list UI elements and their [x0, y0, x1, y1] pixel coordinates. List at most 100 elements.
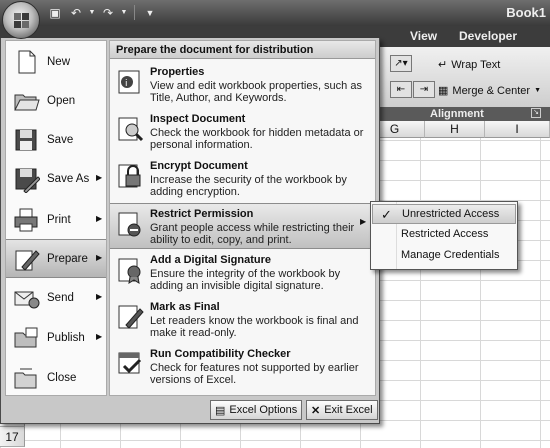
merge-center-button[interactable]: ▦ Merge & Center ▼ [438, 84, 541, 98]
restrict-permission-icon [118, 212, 141, 237]
excel-options-button[interactable]: ▤ Excel Options [210, 400, 303, 420]
row-header-17[interactable]: 17 [0, 427, 25, 447]
wrap-text-button[interactable]: ↵ Wrap Text [438, 58, 501, 72]
merge-center-icon: ▦ [438, 85, 449, 97]
add-digital-signature-item[interactable]: Add a Digital Signature Ensure the integ… [110, 250, 375, 296]
menu-item-publish[interactable]: Publish ▶ [6, 319, 106, 358]
properties-title: Properties [150, 66, 205, 78]
menu-item-print[interactable]: Print ▶ [6, 201, 106, 240]
menu-left-pane: New Open Save Save As ▶ Print ▶ Prepare … [5, 40, 107, 396]
menu-item-label: Prepare [47, 253, 88, 265]
compatibility-checker-item[interactable]: Run Compatibility Checker Check for feat… [110, 344, 375, 390]
restrict-permission-description: Grant people access while restricting th… [150, 222, 355, 246]
exit-excel-button[interactable]: ✕ Exit Excel [306, 400, 378, 420]
menu-right-pane: Prepare the document for distribution i … [109, 40, 376, 396]
tab-developer[interactable]: Developer [459, 29, 517, 43]
alignment-group-label: Alignment [370, 107, 550, 121]
publish-icon [14, 327, 38, 348]
unrestricted-access-option[interactable]: ✓ Unrestricted Access [372, 204, 516, 224]
submenu-arrow-icon: ▶ [96, 332, 103, 341]
redo-icon[interactable]: ↷ [99, 4, 117, 21]
excel-options-icon: ▤ [215, 404, 226, 417]
menu-item-prepare[interactable]: Prepare ▶ [6, 239, 106, 278]
restrict-permission-submenu: ✓ Unrestricted Access Restricted Access … [370, 201, 518, 270]
compatibility-checker-title: Run Compatibility Checker [150, 348, 291, 360]
prepare-panel-header: Prepare the document for distribution [110, 41, 375, 59]
restricted-access-option[interactable]: Restricted Access [372, 225, 516, 245]
add-digital-signature-description: Ensure the integrity of the workbook by … [150, 268, 341, 292]
menu-item-save[interactable]: Save [6, 121, 106, 160]
tab-view[interactable]: View [410, 29, 437, 43]
excel-options-label: Excel Options [229, 404, 298, 416]
undo-icon[interactable]: ↶ [67, 4, 85, 21]
menu-item-send[interactable]: Send ▶ [6, 279, 106, 318]
merge-dropdown-icon[interactable]: ▼ [534, 87, 541, 94]
unrestricted-access-label: Unrestricted Access [402, 208, 500, 220]
encrypt-document-description: Increase the security of the workbook by… [150, 174, 347, 198]
close-folder-icon [14, 368, 37, 389]
open-folder-icon [14, 94, 40, 111]
save-as-icon [15, 168, 40, 193]
wrap-text-icon: ↵ [438, 59, 448, 71]
customize-qat-icon[interactable]: ▼ [141, 4, 159, 21]
undo-dropdown-icon[interactable]: ▼ [88, 4, 96, 21]
exit-x-icon: ✕ [311, 404, 321, 417]
mark-as-final-icon [118, 305, 144, 329]
compatibility-checker-icon [118, 352, 142, 374]
column-header-i[interactable]: I [485, 121, 550, 138]
office-menu: New Open Save Save As ▶ Print ▶ Prepare … [0, 38, 380, 424]
inspect-document-title: Inspect Document [150, 113, 246, 125]
submenu-arrow-icon: ▶ [360, 217, 367, 226]
submenu-arrow-icon: ▶ [96, 253, 103, 262]
menu-item-label: Send [47, 292, 74, 304]
manage-credentials-label: Manage Credentials [401, 249, 500, 261]
add-digital-signature-title: Add a Digital Signature [150, 254, 272, 266]
wrap-text-label: Wrap Text [451, 58, 501, 71]
increase-indent-button[interactable]: ⇥ [413, 81, 435, 98]
submenu-arrow-icon: ▶ [96, 292, 103, 301]
printer-icon [14, 208, 38, 232]
send-mail-icon [14, 291, 40, 309]
menu-item-label: Save As [47, 173, 90, 185]
decrease-indent-icon: ⇤ [390, 81, 412, 98]
office-logo-icon [14, 13, 29, 28]
inspect-document-icon [118, 117, 144, 142]
restrict-permission-title: Restrict Permission [150, 208, 254, 220]
svg-text:i: i [125, 79, 128, 89]
properties-item[interactable]: i Properties View and edit workbook prop… [110, 62, 375, 108]
redo-dropdown-icon[interactable]: ▼ [120, 4, 128, 21]
menu-item-label: Print [47, 214, 71, 226]
save-icon[interactable]: ▣ [46, 4, 64, 21]
properties-description: View and edit workbook properties, such … [150, 80, 362, 104]
encrypt-document-item[interactable]: Encrypt Document Increase the security o… [110, 156, 375, 202]
menu-item-open[interactable]: Open [6, 82, 106, 121]
new-document-icon [18, 50, 36, 74]
menu-item-label: New [47, 56, 71, 68]
menu-item-label: Close [47, 372, 77, 384]
office-button[interactable] [2, 1, 40, 39]
merge-center-label: Merge & Center [452, 84, 531, 97]
digital-signature-icon [118, 258, 141, 284]
restrict-permission-item[interactable]: Restrict Permission Grant people access … [110, 203, 375, 249]
dialog-launcher-icon[interactable]: ↘ [531, 108, 541, 118]
column-header-h[interactable]: H [425, 121, 485, 138]
checkmark-icon: ✓ [381, 207, 392, 222]
manage-credentials-option[interactable]: Manage Credentials [372, 246, 516, 266]
mark-as-final-item[interactable]: Mark as Final Let readers know the workb… [110, 297, 375, 343]
quick-access-toolbar: ▣ ↶ ▼ ↷ ▼ ▼ [46, 4, 159, 21]
inspect-document-description: Check the workbook for hidden metadata o… [150, 127, 364, 151]
compatibility-checker-description: Check for features not supported by earl… [150, 362, 359, 386]
menu-item-save-as[interactable]: Save As ▶ [6, 160, 106, 199]
menu-item-new[interactable]: New [6, 43, 106, 82]
inspect-document-item[interactable]: Inspect Document Check the workbook for … [110, 109, 375, 155]
orientation-button[interactable]: ↗▾ [390, 55, 412, 72]
menu-item-close[interactable]: Close [6, 359, 106, 398]
mark-as-final-description: Let readers know the workbook is final a… [150, 315, 359, 339]
title-bar: ▣ ↶ ▼ ↷ ▼ ▼ Book1 [0, 0, 550, 26]
mark-as-final-title: Mark as Final [150, 301, 220, 313]
increase-indent-icon: ⇥ [413, 81, 435, 98]
exit-excel-label: Exit Excel [324, 404, 373, 416]
prepare-pen-icon [15, 250, 40, 271]
decrease-indent-button[interactable]: ⇤ [390, 81, 412, 98]
lock-icon [118, 164, 141, 188]
